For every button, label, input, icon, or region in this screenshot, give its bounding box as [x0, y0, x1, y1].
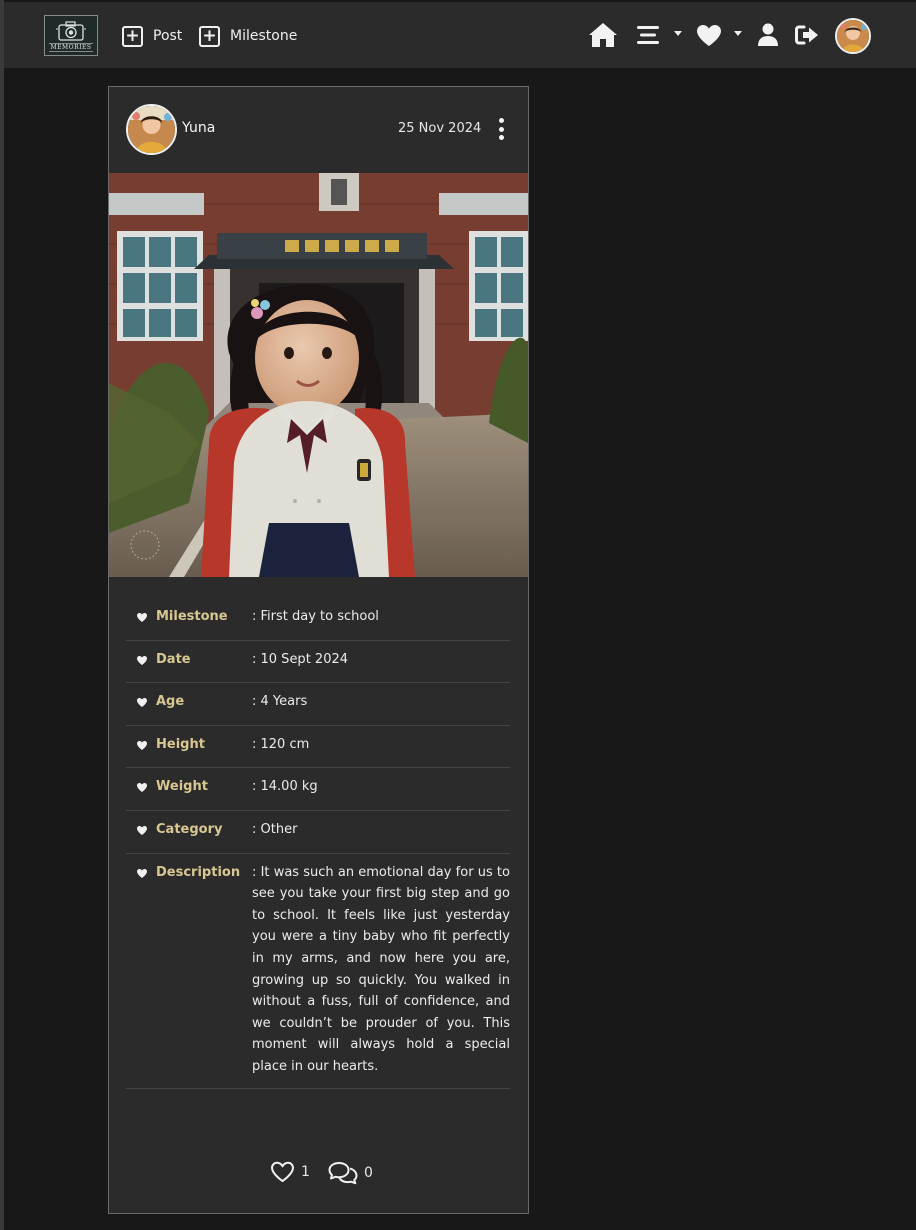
author-avatar[interactable]	[126, 104, 177, 155]
new-post-button[interactable]: + Post	[122, 24, 182, 48]
post-photo	[109, 173, 528, 577]
home-icon[interactable]	[588, 22, 618, 48]
post-card: Yuna 25 Nov 2024 Milestone: First day t…	[108, 86, 529, 1214]
heart-bullet-icon	[137, 825, 147, 835]
detail-value: : 120 cm	[252, 736, 310, 752]
detail-label: Height	[156, 736, 205, 752]
logo-text: MEMORIES	[48, 42, 94, 52]
user-icon[interactable]	[758, 23, 778, 47]
detail-row-height: Height : 120 cm	[126, 726, 510, 769]
plus-square-icon: +	[199, 25, 220, 47]
top-navbar: MEMORIES + Post + Milestone	[4, 2, 916, 68]
author-name[interactable]: Yuna	[182, 120, 215, 136]
milestone-details: Milestone : First day to school Date : 1…	[126, 598, 510, 1089]
heart-outline-icon	[270, 1161, 295, 1183]
new-milestone-button[interactable]: + Milestone	[199, 24, 297, 48]
like-count: 1	[301, 1164, 310, 1180]
plus-square-icon: +	[122, 25, 143, 47]
logout-icon[interactable]	[794, 24, 820, 46]
detail-label: Age	[156, 694, 185, 710]
detail-label: Description	[156, 864, 241, 880]
detail-row-category: Category : Other	[126, 811, 510, 854]
detail-row-age: Age : 4 Years	[126, 683, 510, 726]
user-avatar[interactable]	[835, 18, 871, 54]
detail-value: : 10 Sept 2024	[252, 651, 349, 667]
more-options-icon[interactable]	[496, 118, 506, 140]
detail-row-date: Date : 10 Sept 2024	[126, 641, 510, 684]
detail-label: Milestone	[156, 609, 228, 624]
detail-value: : First day to school	[252, 609, 379, 624]
heart-icon[interactable]	[696, 24, 722, 47]
new-milestone-label: Milestone	[230, 28, 298, 44]
detail-row-weight: Weight : 14.00 kg	[126, 768, 510, 811]
comment-count: 0	[364, 1165, 373, 1181]
camera-icon	[56, 20, 86, 41]
detail-label: Weight	[156, 779, 208, 795]
comment-button[interactable]: 0	[328, 1161, 373, 1185]
detail-value: : Other	[252, 821, 298, 837]
post-date: 25 Nov 2024	[398, 121, 482, 136]
detail-label: Date	[156, 651, 191, 667]
memories-logo[interactable]: MEMORIES	[44, 15, 98, 56]
menu-dropdown-caret-icon[interactable]	[674, 31, 682, 36]
heart-bullet-icon	[137, 698, 147, 708]
comments-icon	[328, 1162, 358, 1185]
post-actions: 1 0	[109, 1161, 528, 1191]
detail-value: : 14.00 kg	[252, 779, 318, 795]
detail-value: : It was such an emotional day for us to…	[252, 864, 510, 1074]
window-edge	[0, 0, 4, 1230]
heart-bullet-icon	[137, 613, 147, 622]
detail-label: Category	[156, 821, 223, 837]
new-post-label: Post	[153, 28, 183, 44]
menu-icon[interactable]	[636, 24, 660, 46]
detail-row-description: Description : It was such an emotional d…	[126, 854, 510, 1089]
detail-value: : 4 Years	[252, 694, 308, 710]
heart-bullet-icon	[137, 868, 147, 878]
like-button[interactable]: 1	[270, 1161, 310, 1183]
heart-bullet-icon	[137, 740, 147, 750]
post-header: Yuna 25 Nov 2024	[109, 87, 528, 173]
heart-bullet-icon	[137, 655, 147, 665]
detail-row-milestone: Milestone : First day to school	[126, 598, 510, 641]
favorites-dropdown-caret-icon[interactable]	[734, 31, 742, 36]
heart-bullet-icon	[137, 783, 147, 793]
